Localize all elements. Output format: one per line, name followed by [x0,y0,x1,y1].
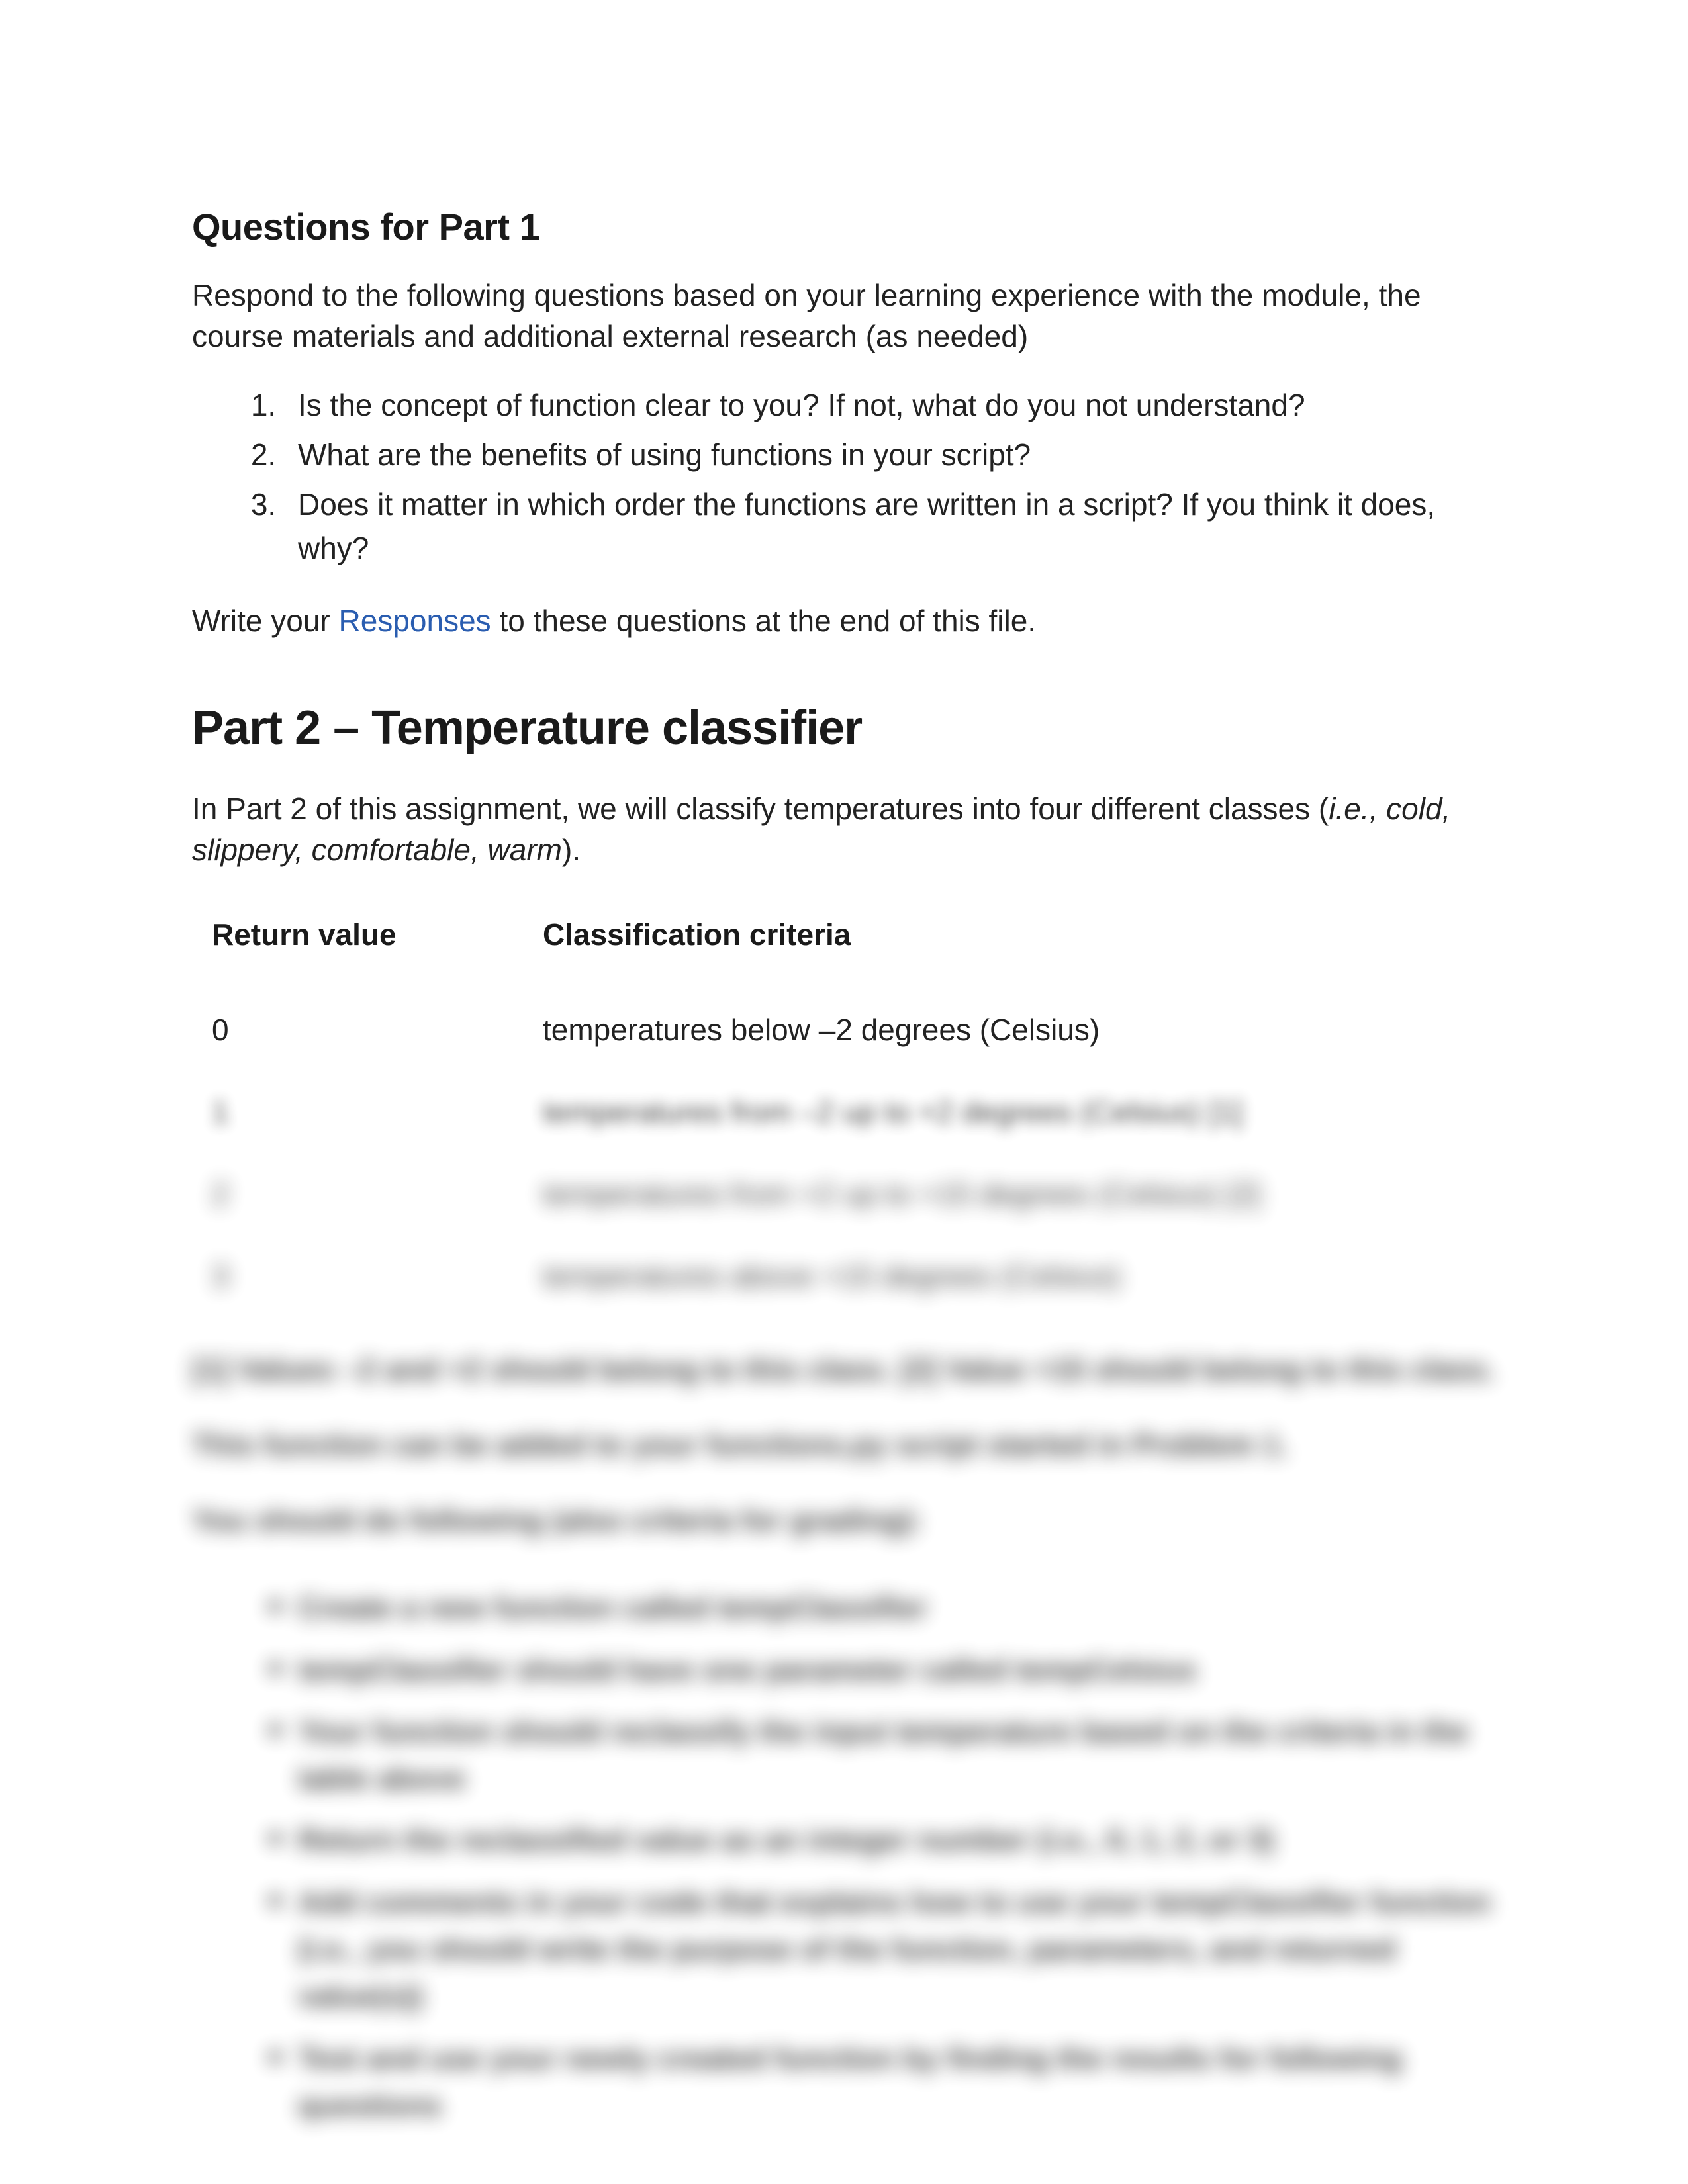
cell-criteria: temperatures above +15 degrees (Celsius) [543,1258,1496,1294]
text: ). [562,833,581,867]
classification-table: Return value Classification criteria 0 t… [192,910,1496,1317]
cell-return-value: 0 [192,1012,543,1048]
grading-bullets: Create a new function called tempClassif… [192,1574,1496,2129]
table-row: 2 temperatures from +2 up to +15 degrees… [192,1153,1496,1235]
list-item: Test and use your newly created function… [298,2025,1496,2130]
section2-intro: In Part 2 of this assignment, we will cl… [192,788,1496,870]
cell-criteria: temperatures from –2 up to +2 degrees (C… [543,1094,1496,1130]
document-page: Questions for Part 1 Respond to the foll… [0,0,1688,2184]
text: Write your [192,604,339,638]
col-criteria-header: Classification criteria [543,917,1496,952]
text: You should do following (also criteria f… [192,1498,1496,1543]
table-row: 1 temperatures from –2 up to +2 degrees … [192,1071,1496,1153]
section1-intro: Respond to the following questions based… [192,275,1496,357]
col-return-value-header: Return value [192,917,543,952]
section1-heading: Questions for Part 1 [192,205,1496,248]
text: In Part 2 of this assignment, we will cl… [192,792,1329,826]
table-row: 3 temperatures above +15 degrees (Celsiu… [192,1235,1496,1317]
cell-criteria: temperatures from +2 up to +15 degrees (… [543,1176,1496,1212]
text: This function can be added to your funct… [192,1422,1496,1468]
section2-heading: Part 2 – Temperature classifier [192,701,1496,755]
responses-link[interactable]: Responses [339,604,491,638]
list-item: Your function should reclassify the inpu… [298,1698,1496,1803]
list-item: Create a new function called tempClassif… [298,1574,1496,1631]
cell-criteria: temperatures below –2 degrees (Celsius) [543,1012,1496,1048]
list-item: tempClassifier should have one parameter… [298,1636,1496,1694]
table-row: 0 temperatures below –2 degrees (Celsius… [192,989,1496,1071]
list-item: What are the benefits of using functions… [285,433,1496,477]
list-item: Is the concept of function clear to you?… [285,383,1496,428]
text: to these questions at the end of this fi… [491,604,1036,638]
list-item: Return the reclassified value as an inte… [298,1806,1496,1864]
cell-return-value: 2 [192,1176,543,1212]
blurred-content: [1] Values –2 and +2 should belong to th… [192,1347,1496,2129]
cell-return-value: 3 [192,1258,543,1294]
question-list: Is the concept of function clear to you?… [192,383,1496,570]
list-item: Add comments in your code that explains … [298,1868,1496,2021]
table-header: Return value Classification criteria [192,910,1496,989]
list-item: Does it matter in which order the functi… [285,482,1496,570]
write-responses-line: Write your Responses to these questions … [192,600,1496,641]
text: [1] Values –2 and +2 should belong to th… [192,1347,1496,1392]
cell-return-value: 1 [192,1094,543,1130]
